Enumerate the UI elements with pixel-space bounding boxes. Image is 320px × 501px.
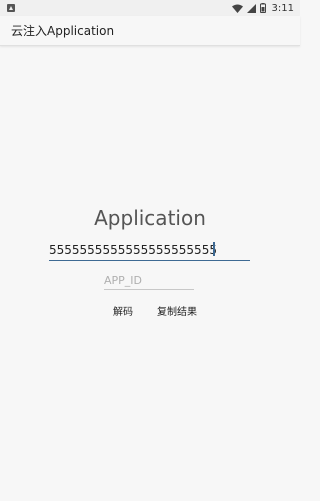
code-input[interactable]: 5555555555555555555555 (49, 240, 250, 261)
page-heading: Application (94, 206, 206, 230)
app-title: 云注入Application (11, 24, 115, 38)
text-cursor (213, 242, 215, 256)
app-id-input[interactable] (104, 271, 194, 290)
copy-result-button[interactable]: 复制结果 (156, 302, 198, 318)
status-bar: 3:11 (0, 0, 300, 16)
battery-icon (259, 3, 266, 13)
decode-button[interactable]: 解码 (112, 302, 134, 318)
status-time: 3:11 (271, 2, 294, 14)
wifi-icon (231, 4, 243, 13)
code-input-value: 5555555555555555555555 (49, 243, 217, 257)
notification-icon (7, 4, 15, 12)
app-bar: 云注入Application (0, 16, 300, 46)
signal-icon (246, 3, 256, 13)
